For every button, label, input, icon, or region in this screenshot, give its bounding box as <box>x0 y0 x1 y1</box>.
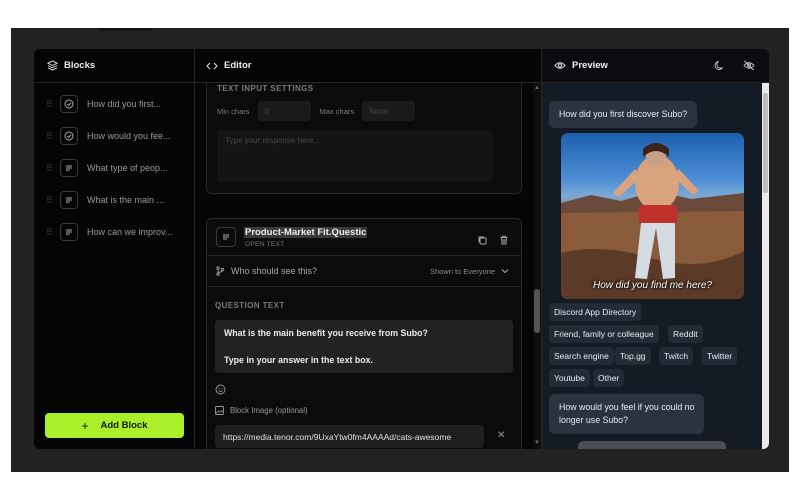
preview-title: Preview <box>572 60 608 71</box>
clear-url-icon[interactable]: ✕ <box>497 430 505 441</box>
question-text-field[interactable]: What is the main benefit you receive fro… <box>215 320 513 373</box>
preview-header: Preview <box>542 49 769 83</box>
chat-message: How did you first discover Subo? <box>549 101 698 128</box>
emoji-icon[interactable] <box>215 382 226 400</box>
plus-icon: + <box>81 418 89 433</box>
preview-scrollbar[interactable] <box>762 83 769 449</box>
moon-icon[interactable] <box>714 60 725 74</box>
block-image-label-text: Block Image (optional) <box>230 406 308 415</box>
max-chars-label: Max chars <box>319 106 355 116</box>
drag-handle-icon[interactable]: ⠿ <box>46 99 53 110</box>
add-block-button[interactable]: + Add Block <box>45 413 184 438</box>
answer-option[interactable]: Search engine <box>549 347 614 365</box>
question-text-line: Type in your answer in the text box. <box>224 354 373 365</box>
answer-option[interactable]: Discord App Directory <box>549 303 642 321</box>
drag-handle-icon[interactable]: ⠿ <box>46 163 53 174</box>
question-block-header: Product-Market Fit.Questic OPEN TEXT <box>207 219 521 256</box>
chat-message-line: How would you feel if you could no <box>559 402 695 412</box>
layers-icon <box>46 60 58 72</box>
question-text-title: QUESTION TEXT <box>215 301 285 310</box>
question-block-title[interactable]: Product-Market Fit.Questic <box>244 227 368 238</box>
scroll-up-icon[interactable]: ▲ <box>534 85 540 91</box>
block-item[interactable]: ⠿ How did you first... <box>34 92 195 116</box>
visibility-label: Who should see this? <box>215 266 317 276</box>
preview-header-actions <box>714 60 755 74</box>
add-block-label: Add Block <box>100 420 148 431</box>
visibility-row[interactable]: Who should see this? Shown to Everyone <box>207 256 521 287</box>
eye-icon <box>554 60 566 72</box>
max-chars-input[interactable]: None <box>362 101 416 121</box>
chat-message: How would you feel if you could no longe… <box>549 394 705 434</box>
check-circle-icon <box>60 127 78 145</box>
editor-title: Editor <box>224 60 252 71</box>
text-input-settings-title: TEXT INPUT SETTINGS <box>217 84 314 93</box>
preview-panel: Preview How did you first discover Subo? <box>542 49 769 449</box>
branch-icon <box>216 266 225 276</box>
code-icon <box>206 60 218 72</box>
answer-option[interactable]: Twitter <box>702 347 738 365</box>
visibility-dropdown[interactable]: Shown to Everyone <box>430 267 509 276</box>
block-item-label: How would you fee... <box>87 131 171 141</box>
image-url-input[interactable]: https://media.tenor.com/9UxaYtw0fm4AAAAd… <box>215 425 484 448</box>
text-lines-icon <box>60 159 78 177</box>
block-item-label: How did you first... <box>87 99 162 109</box>
blocks-title: Blocks <box>64 60 96 71</box>
drag-handle-icon[interactable]: ⠿ <box>46 195 53 206</box>
answer-option[interactable]: Top.gg <box>615 347 651 365</box>
editor-scroll-area[interactable]: TEXT INPUT SETTINGS Min chars 0 Max char… <box>195 83 542 449</box>
preview-gif-image: How did you find me here? <box>561 133 744 299</box>
block-item[interactable]: ⠿ What is the main ... <box>34 188 195 212</box>
window-tab-indicator <box>98 28 152 31</box>
scroll-down-icon[interactable]: ▼ <box>534 440 540 446</box>
block-item[interactable]: ⠿ How can we improv... <box>34 220 195 244</box>
question-text-line: What is the main benefit you receive fro… <box>224 328 428 338</box>
chevron-down-icon <box>501 269 509 274</box>
duplicate-icon[interactable] <box>477 232 487 250</box>
answer-option[interactable]: Twitch <box>659 347 694 365</box>
visibility-question: Who should see this? <box>231 266 318 276</box>
text-input-settings-card: TEXT INPUT SETTINGS Min chars 0 Max char… <box>206 83 522 194</box>
editor-header: Editor <box>195 49 541 83</box>
check-circle-icon <box>60 95 78 113</box>
response-placeholder-field[interactable]: Type your response here... <box>217 130 493 182</box>
preview-chat-area: How did you first discover Subo? How did… <box>542 83 769 449</box>
chat-message-line: longer use Subo? <box>559 415 628 425</box>
question-actions <box>477 232 509 250</box>
question-type-label: OPEN TEXT <box>245 241 285 248</box>
answer-option[interactable]: Reddit <box>668 325 703 343</box>
text-lines-icon <box>60 223 78 241</box>
trash-icon[interactable] <box>499 232 509 250</box>
gif-caption: How did you find me here? <box>593 280 712 291</box>
text-lines-icon <box>216 227 236 247</box>
blocks-panel: Blocks ⠿ How did you first... ⠿ How woul… <box>34 49 195 449</box>
question-block-card: Product-Market Fit.Questic OPEN TEXT Who… <box>206 218 522 449</box>
block-image-label: Block Image (optional) <box>215 406 308 415</box>
min-chars-label: Min chars <box>217 106 250 116</box>
block-item-label: What is the main ... <box>87 195 165 205</box>
answer-option[interactable]: Friend, family or colleague <box>549 325 659 343</box>
editor-scroll-thumb[interactable] <box>534 289 540 333</box>
app-window: Blocks ⠿ How did you first... ⠿ How woul… <box>34 49 769 449</box>
block-item-label: What type of peop... <box>87 163 168 173</box>
image-icon <box>215 406 224 415</box>
char-limit-row: Min chars 0 Max chars None <box>217 101 416 121</box>
block-item-label: How can we improv... <box>87 227 173 237</box>
drag-handle-icon[interactable]: ⠿ <box>46 131 53 142</box>
answer-option[interactable]: Youtube <box>549 369 590 387</box>
preview-scroll-thumb[interactable] <box>763 93 768 193</box>
block-item[interactable]: ⠿ What type of peop... <box>34 156 195 180</box>
visibility-value: Shown to Everyone <box>429 266 495 276</box>
editor-scrollbar[interactable]: ▲ ▼ <box>533 83 541 449</box>
min-chars-input[interactable]: 0 <box>257 101 311 121</box>
blocks-header: Blocks <box>34 49 194 83</box>
next-gif-preview <box>578 441 726 449</box>
drag-handle-icon[interactable]: ⠿ <box>46 227 53 238</box>
block-item[interactable]: ⠿ How would you fee... <box>34 124 195 148</box>
answer-option[interactable]: Other <box>593 369 625 387</box>
eye-off-icon[interactable] <box>743 60 755 74</box>
text-lines-icon <box>60 191 78 209</box>
editor-panel: Editor TEXT INPUT SETTINGS Min chars 0 M… <box>195 49 542 449</box>
